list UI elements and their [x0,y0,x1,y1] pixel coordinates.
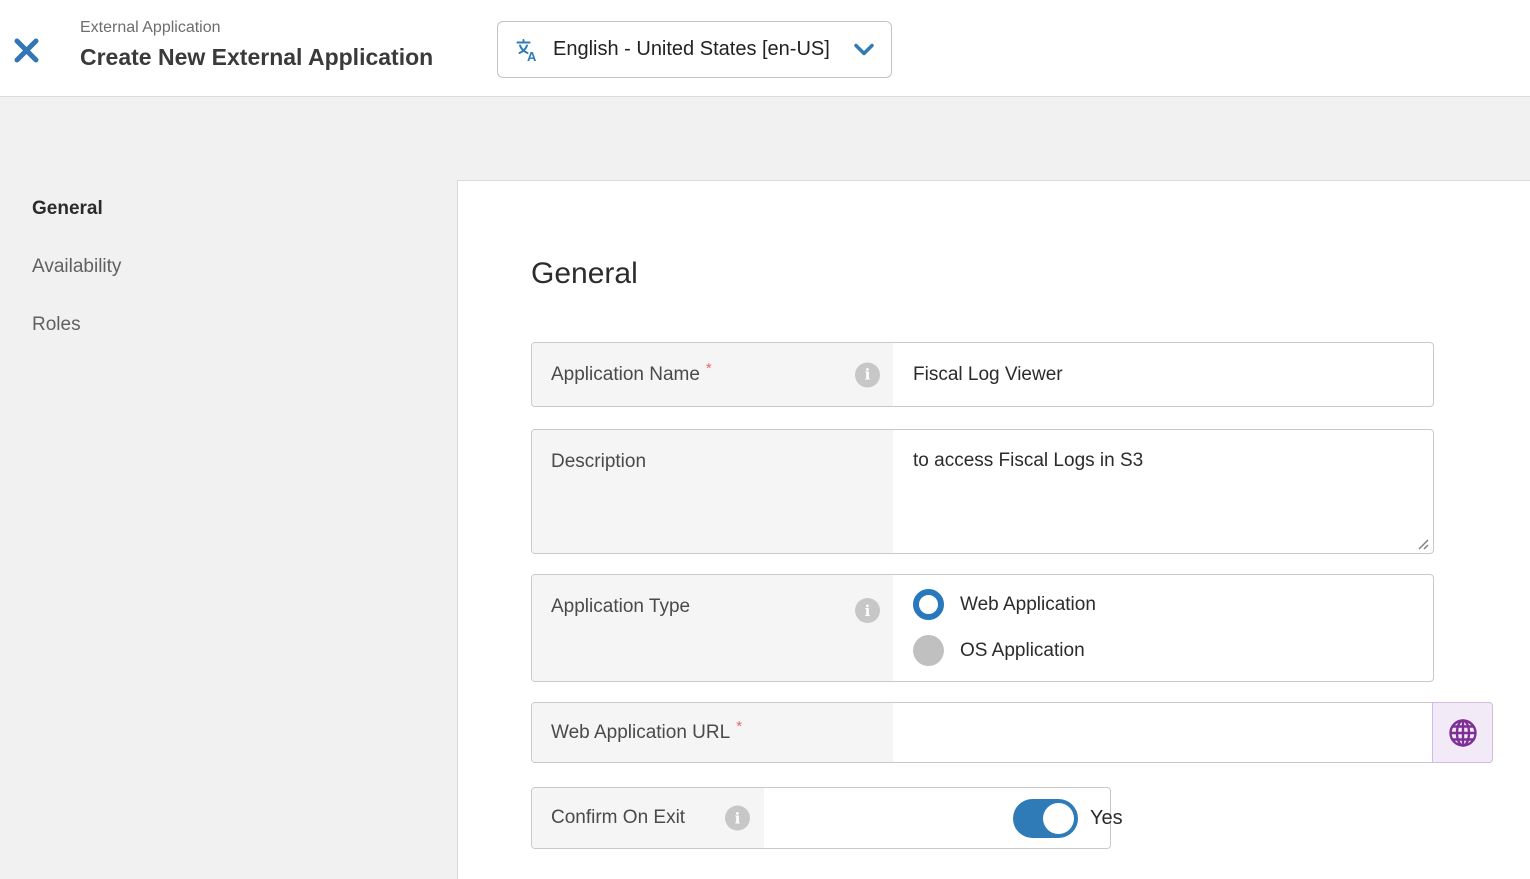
dialog-header: External Application Create New External… [0,0,1530,97]
language-label: English - United States [en-US] [553,38,830,61]
confirm-on-exit-label: Confirm On Exit i [532,788,764,848]
sidebar-item-roles[interactable]: Roles [32,314,412,336]
field-confirm-on-exit: Confirm On Exit i Yes [531,787,1111,849]
field-web-application-url: Web Application URL * [531,702,1493,763]
web-application-url-input[interactable] [893,703,1492,762]
create-external-application-dialog: External Application Create New External… [0,0,1530,879]
required-asterisk: * [736,718,742,735]
section-title: General [531,257,638,291]
title-block: External Application Create New External… [80,17,433,72]
info-icon[interactable]: i [855,598,880,623]
context-title: External Application [80,17,433,39]
field-application-type: Application Type i Web Application OS Ap… [531,574,1434,682]
translate-icon: A [514,37,540,63]
info-icon[interactable]: i [855,362,880,387]
radio-selected-icon[interactable] [913,589,944,620]
sidebar-item-general[interactable]: General [32,198,412,220]
chevron-down-icon [853,43,875,57]
radio-label: OS Application [960,640,1085,662]
language-selector[interactable]: A English - United States [en-US] [497,21,892,78]
dialog-body: General Availability Roles General Appli… [0,97,1530,879]
general-section-panel: General Application Name * i Description [457,180,1530,879]
radio-os-application[interactable]: OS Application [913,635,1085,666]
open-url-button[interactable] [1432,702,1493,763]
svg-text:A: A [527,49,537,63]
toggle-knob [1043,803,1074,834]
confirm-on-exit-toggle[interactable] [1013,799,1078,838]
section-nav: General Availability Roles [32,198,412,372]
toggle-state-label: Yes [1090,807,1123,830]
description-label: Description [532,430,893,553]
radio-unselected-icon[interactable] [913,635,944,666]
close-icon [13,37,40,64]
application-type-label: Application Type i [532,575,893,681]
globe-icon [1445,715,1481,751]
info-icon[interactable]: i [725,806,750,831]
page-title: Create New External Application [80,42,433,72]
description-textarea[interactable]: to access Fiscal Logs in S3 [893,430,1433,553]
sidebar-item-availability[interactable]: Availability [32,256,412,278]
radio-label: Web Application [960,594,1096,616]
resize-handle-icon[interactable] [1416,537,1429,550]
application-name-label: Application Name * i [532,343,893,406]
field-application-name: Application Name * i [531,342,1434,407]
close-button[interactable] [10,34,42,66]
required-asterisk: * [706,360,712,377]
web-application-url-label: Web Application URL * [532,703,893,762]
field-description: Description to access Fiscal Logs in S3 [531,429,1434,554]
radio-web-application[interactable]: Web Application [913,589,1096,620]
application-name-input[interactable] [893,343,1433,406]
